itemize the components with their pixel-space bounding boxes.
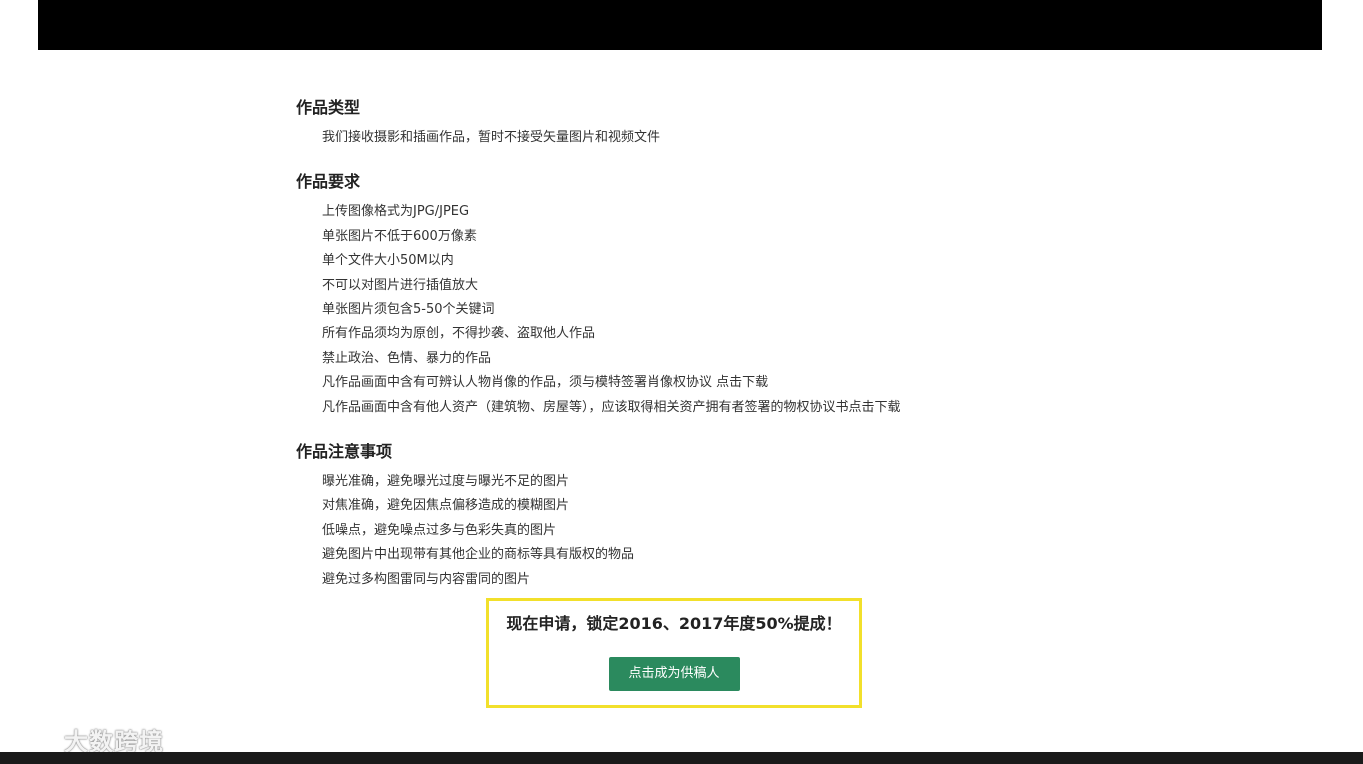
section-list: 曝光准确，避免曝光过度与曝光不足的图片 对焦准确，避免因焦点偏移造成的模糊图片 … xyxy=(296,470,1056,592)
cta-headline: 现在申请，锁定2016、2017年度50%提成！ xyxy=(506,614,842,633)
list-item: 单张图片须包含5-50个关键词 xyxy=(322,302,495,318)
become-contributor-button[interactable]: 点击成为供稿人 xyxy=(608,657,740,691)
list-item: 避免图片中出现带有其他企业的商标等具有版权的物品 xyxy=(322,547,635,563)
list-item: 所有作品须均为原创，不得抄袭、盗取他人作品 xyxy=(322,326,596,342)
bottom-bar xyxy=(0,752,1363,764)
list-item: 单个文件大小50M以内 xyxy=(322,253,454,269)
list-item: 低噪点，避免噪点过多与色彩失真的图片 xyxy=(322,522,557,538)
section-title: 作品注意事项 xyxy=(296,442,393,462)
section-list: 上传图像格式为JPG/JPEG 单张图片不低于600万像素 单个文件大小50M以… xyxy=(296,200,1056,420)
section-work-requirements: 作品要求 上传图像格式为JPG/JPEG 单张图片不低于600万像素 单个文件大… xyxy=(296,170,1056,420)
watermark-logo-icon xyxy=(11,726,51,752)
list-item: 避免过多构图雷同与内容雷同的图片 xyxy=(322,571,531,587)
list-item: 禁止政治、色情、暴力的作品 xyxy=(322,350,492,366)
section-title: 作品类型 xyxy=(296,98,361,117)
list-item: 单张图片不低于600万像素 xyxy=(322,228,477,244)
list-item-property-agreement[interactable]: 凡作品画面中含有他人资产（建筑物、房屋等），应该取得相关资产拥有者签署的物权协议… xyxy=(322,396,1056,420)
section-list: 我们接收摄影和插画作品，暂时不接受矢量图片和视频文件 xyxy=(296,126,1056,150)
section-work-type: 作品类型 我们接收摄影和插画作品，暂时不接受矢量图片和视频文件 xyxy=(296,96,1056,150)
cta-box: 现在申请，锁定2016、2017年度50%提成！ 点击成为供稿人 xyxy=(486,598,862,708)
top-header-bar xyxy=(38,0,1322,50)
list-item: 曝光准确，避免曝光过度与曝光不足的图片 xyxy=(322,474,570,490)
list-item: 不可以对图片进行插值放大 xyxy=(322,277,479,293)
section-work-notes: 作品注意事项 曝光准确，避免曝光过度与曝光不足的图片 对焦准确，避免因焦点偏移造… xyxy=(296,440,1056,592)
list-item: 上传图像格式为JPG/JPEG xyxy=(322,204,470,220)
list-item: 我们接收摄影和插画作品，暂时不接受矢量图片和视频文件 xyxy=(322,130,661,145)
list-item: 对焦准确，避免因焦点偏移造成的模糊图片 xyxy=(322,498,570,514)
list-item-portrait-agreement[interactable]: 凡作品画面中含有可辨认人物肖像的作品，须与模特签署肖像权协议 点击下载 xyxy=(322,371,1056,395)
section-title: 作品要求 xyxy=(296,172,361,192)
watermark: 大数跨境 xyxy=(10,722,164,756)
page: 作品类型 我们接收摄影和插画作品，暂时不接受矢量图片和视频文件 作品要求 上传图… xyxy=(0,0,1363,764)
submission-guidelines: 作品类型 我们接收摄影和插画作品，暂时不接受矢量图片和视频文件 作品要求 上传图… xyxy=(296,96,1056,612)
